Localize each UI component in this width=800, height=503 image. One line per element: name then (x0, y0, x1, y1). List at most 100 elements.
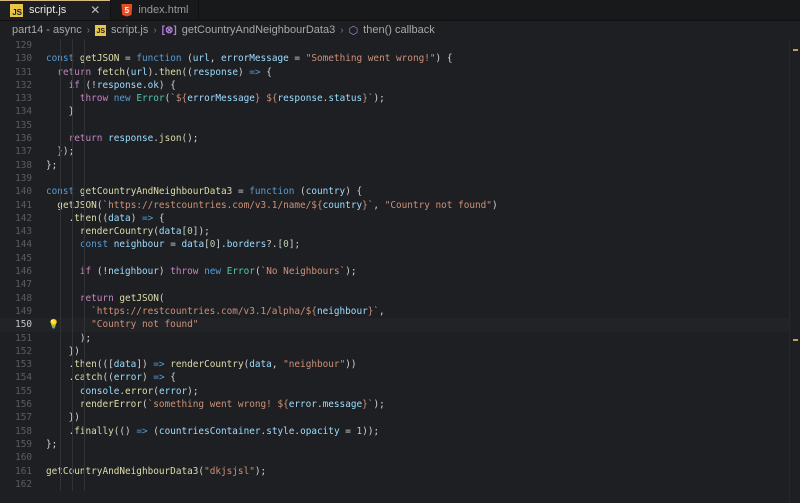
tab-script-js[interactable]: JS script.js ✕ (0, 0, 112, 20)
code-line[interactable]: 144 const neighbour = data[0].borders?.[… (0, 238, 800, 251)
code-line[interactable]: 152 }) (0, 345, 800, 358)
breadcrumb-symbol[interactable]: getCountryAndNeighbourData3 (182, 24, 336, 36)
line-number[interactable]: 157 (0, 411, 46, 424)
code-text[interactable]: }) (46, 411, 800, 424)
line-number[interactable]: 148 (0, 292, 46, 305)
code-line[interactable]: 153 .then(([data]) => renderCountry(data… (0, 358, 800, 371)
code-line[interactable]: 143 renderCountry(data[0]); (0, 225, 800, 238)
code-line[interactable]: 159}; (0, 438, 800, 451)
code-text[interactable] (46, 119, 800, 132)
code-text[interactable]: getJSON(`https://restcountries.com/v3.1/… (46, 199, 800, 212)
code-text[interactable]: }; (46, 159, 800, 172)
code-text[interactable]: renderError(`something went wrong! ${err… (46, 398, 800, 411)
line-number[interactable]: 145 (0, 252, 46, 265)
line-number[interactable]: 154 (0, 371, 46, 384)
code-line[interactable]: 132 if (!response.ok) { (0, 79, 800, 92)
line-number[interactable]: 149 (0, 305, 46, 318)
line-number[interactable]: 153 (0, 358, 46, 371)
code-line[interactable]: 142 .then((data) => { (0, 212, 800, 225)
code-line[interactable]: 145 (0, 252, 800, 265)
line-number[interactable]: 144 (0, 238, 46, 251)
code-line[interactable]: 131 return fetch(url).then((response) =>… (0, 66, 800, 79)
code-line[interactable]: 148 return getJSON( (0, 292, 800, 305)
line-number[interactable]: 159 (0, 438, 46, 451)
code-text[interactable]: .finally(() => (countriesContainer.style… (46, 425, 800, 438)
code-line[interactable]: 154 .catch((error) => { (0, 371, 800, 384)
line-number[interactable]: 160 (0, 451, 46, 464)
code-line[interactable]: 149 `https://restcountries.com/v3.1/alph… (0, 305, 800, 318)
line-number[interactable]: 151 (0, 332, 46, 345)
line-number[interactable]: 146 (0, 265, 46, 278)
code-line[interactable]: 147 (0, 278, 800, 291)
code-text[interactable]: .catch((error) => { (46, 371, 800, 384)
code-line[interactable]: 160 (0, 451, 800, 464)
code-text[interactable]: const getJSON = function (url, errorMess… (46, 52, 800, 65)
code-text[interactable]: }); (46, 145, 800, 158)
line-number[interactable]: 141 (0, 199, 46, 212)
code-text[interactable] (46, 478, 800, 491)
code-line[interactable]: 150 "Country not found" 💡 (0, 318, 800, 332)
line-number[interactable]: 139 (0, 172, 46, 185)
code-text[interactable]: .then(([data]) => renderCountry(data, "n… (46, 358, 800, 371)
breadcrumb-folder[interactable]: part14 - async (12, 24, 82, 36)
code-text[interactable]: .then((data) => { (46, 212, 800, 225)
code-line[interactable]: 158 .finally(() => (countriesContainer.s… (0, 425, 800, 438)
code-editor[interactable]: 129130const getJSON = function (url, err… (0, 39, 800, 503)
code-line[interactable]: 157 }) (0, 411, 800, 424)
code-line[interactable]: 135 (0, 119, 800, 132)
line-number[interactable]: 137 (0, 145, 46, 158)
code-text[interactable]: if (!neighbour) throw new Error(`No Neig… (46, 265, 800, 278)
line-number[interactable]: 135 (0, 119, 46, 132)
code-text[interactable] (46, 172, 800, 185)
code-line[interactable]: 137 }); (0, 145, 800, 158)
breadcrumb-file[interactable]: script.js (111, 24, 148, 36)
line-number[interactable]: 161 (0, 465, 46, 478)
line-number[interactable]: 133 (0, 92, 46, 105)
code-line[interactable]: 134 } (0, 105, 800, 118)
line-number[interactable]: 155 (0, 385, 46, 398)
code-text[interactable]: }; (46, 438, 800, 451)
line-number[interactable]: 152 (0, 345, 46, 358)
code-text[interactable]: return fetch(url).then((response) => { (46, 66, 800, 79)
code-text[interactable]: throw new Error(`${errorMessage} ${respo… (46, 92, 800, 105)
code-text[interactable] (46, 39, 800, 52)
code-text[interactable] (46, 252, 800, 265)
line-number[interactable]: 138 (0, 159, 46, 172)
code-text[interactable]: }) (46, 345, 800, 358)
vertical-scrollbar[interactable] (789, 39, 800, 503)
code-text[interactable]: `https://restcountries.com/v3.1/alpha/${… (46, 305, 800, 318)
line-number[interactable]: 136 (0, 132, 46, 145)
code-text[interactable]: console.error(error); (46, 385, 800, 398)
code-line[interactable]: 140const getCountryAndNeighbourData3 = f… (0, 185, 800, 198)
line-number[interactable]: 147 (0, 278, 46, 291)
code-line[interactable]: 138}; (0, 159, 800, 172)
code-line[interactable]: 141 getJSON(`https://restcountries.com/v… (0, 199, 800, 212)
code-lines[interactable]: 129130const getJSON = function (url, err… (0, 39, 800, 492)
close-icon[interactable]: ✕ (90, 3, 100, 17)
line-number[interactable]: 129 (0, 39, 46, 52)
code-text[interactable]: return response.json(); (46, 132, 800, 145)
code-text[interactable]: renderCountry(data[0]); (46, 225, 800, 238)
code-text[interactable]: } (46, 105, 800, 118)
code-line[interactable]: 151 ); (0, 332, 800, 345)
line-number[interactable]: 131 (0, 66, 46, 79)
code-line[interactable]: 162 (0, 478, 800, 491)
code-text[interactable]: if (!response.ok) { (46, 79, 800, 92)
code-text[interactable] (46, 278, 800, 291)
line-number[interactable]: 162 (0, 478, 46, 491)
line-number[interactable]: 143 (0, 225, 46, 238)
code-line[interactable]: 129 (0, 39, 800, 52)
line-number[interactable]: 142 (0, 212, 46, 225)
lightbulb-icon[interactable]: 💡 (48, 319, 59, 332)
line-number[interactable]: 150 (0, 318, 46, 331)
code-line[interactable]: 155 console.error(error); (0, 385, 800, 398)
code-text[interactable]: const neighbour = data[0].borders?.[0]; (46, 238, 800, 251)
line-number[interactable]: 130 (0, 52, 46, 65)
line-number[interactable]: 132 (0, 79, 46, 92)
code-text[interactable]: return getJSON( (46, 292, 800, 305)
code-line[interactable]: 139 (0, 172, 800, 185)
code-line[interactable]: 136 return response.json(); (0, 132, 800, 145)
line-number[interactable]: 158 (0, 425, 46, 438)
code-line[interactable]: 161 getCountryAndNeighbourData3("dkjsjsl"… (0, 465, 800, 478)
code-text[interactable]: ); (46, 332, 800, 345)
